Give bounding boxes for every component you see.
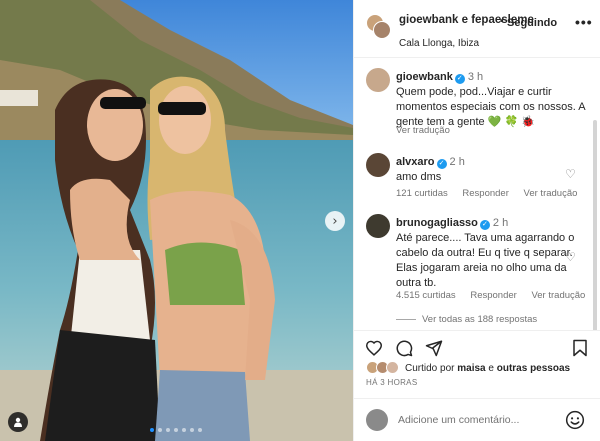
tagged-users-button[interactable] bbox=[8, 412, 28, 432]
comment-time: 2 h bbox=[492, 217, 509, 229]
see-translation-link[interactable]: Ver tradução bbox=[531, 290, 585, 301]
liked-by-row: Curtido por maisa e outras pessoas bbox=[354, 360, 600, 378]
post-side-panel: gioewbank e fepaesleme • Seguindo Cala L… bbox=[353, 0, 600, 441]
comment-likes[interactable]: 4.515 curtidas bbox=[396, 290, 456, 301]
post-header: gioewbank e fepaesleme • Seguindo Cala L… bbox=[354, 0, 600, 58]
verified-badge-icon: ✓ bbox=[436, 159, 447, 169]
comments-scrollbar[interactable] bbox=[593, 120, 597, 330]
liked-by-prefix: Curtido por bbox=[405, 363, 455, 374]
verified-badge-icon: ✓ bbox=[454, 74, 465, 84]
carousel-dot bbox=[158, 428, 162, 432]
view-replies-link[interactable]: Ver todas as 188 respostas bbox=[396, 314, 537, 325]
carousel-dot bbox=[174, 428, 178, 432]
comment-meta: Ver tradução bbox=[396, 125, 462, 136]
avatar[interactable] bbox=[366, 68, 390, 92]
emoji-icon bbox=[565, 410, 585, 430]
verified-badge-icon: ✓ bbox=[479, 220, 490, 230]
comment-username[interactable]: alvxaro bbox=[396, 156, 435, 168]
avatar[interactable] bbox=[386, 361, 399, 374]
avatar[interactable] bbox=[366, 214, 390, 238]
comment-likes[interactable]: 121 curtidas bbox=[396, 188, 448, 199]
send-icon bbox=[425, 340, 443, 357]
bookmark-icon bbox=[573, 339, 587, 357]
avatar[interactable] bbox=[373, 21, 391, 39]
chevron-right-icon: › bbox=[332, 213, 338, 229]
liked-by-others[interactable]: outras pessoas bbox=[497, 363, 570, 374]
post-location[interactable]: Cala Llonga, Ibiza bbox=[399, 38, 479, 49]
liked-by-conjunction: e bbox=[488, 363, 494, 374]
reply-link[interactable]: Responder bbox=[462, 188, 508, 199]
comment-button[interactable] bbox=[394, 338, 414, 358]
liked-by-user[interactable]: maisa bbox=[457, 363, 485, 374]
more-options-icon[interactable]: ••• bbox=[575, 14, 593, 30]
carousel-dot bbox=[190, 428, 194, 432]
share-button[interactable] bbox=[424, 338, 444, 358]
beach-photo-image bbox=[0, 0, 353, 441]
add-comment-input[interactable] bbox=[398, 411, 558, 429]
comments-list: gioewbank ✓ 3 h Quem pode, pod...Viajar e … bbox=[354, 58, 600, 330]
post-time-ago[interactable]: HÁ 3 HORAS bbox=[366, 378, 417, 387]
comment-text: amo dms bbox=[396, 171, 442, 183]
following-button[interactable]: Seguindo bbox=[507, 17, 557, 29]
comment-time: 3 h bbox=[467, 71, 484, 83]
post-actions bbox=[354, 330, 600, 362]
comment-username[interactable]: gioewbank bbox=[396, 71, 453, 83]
carousel-dot bbox=[166, 428, 170, 432]
liked-by-text: Curtido por maisa e outras pessoas bbox=[405, 363, 570, 374]
comment-text: Até parece.... Tava uma agarrando o cabe… bbox=[396, 232, 575, 289]
reply-link[interactable]: Responder bbox=[470, 290, 516, 301]
user-icon bbox=[14, 417, 22, 427]
see-translation-link[interactable]: Ver tradução bbox=[396, 125, 450, 136]
carousel-next-button[interactable]: › bbox=[325, 211, 345, 231]
carousel-indicator bbox=[150, 428, 202, 432]
carousel-dot bbox=[150, 428, 154, 432]
add-comment-bar bbox=[354, 398, 600, 441]
post-photo[interactable]: › bbox=[0, 0, 353, 441]
avatar bbox=[366, 409, 388, 431]
comment-text: Quem pode, pod...Viajar e curtir momento… bbox=[396, 86, 585, 128]
heart-icon bbox=[365, 340, 383, 356]
carousel-dot bbox=[198, 428, 202, 432]
like-comment-heart-icon[interactable]: ♡ bbox=[565, 167, 576, 181]
save-button[interactable] bbox=[570, 338, 590, 358]
comment-username[interactable]: brunogagliasso bbox=[396, 217, 478, 229]
comment-meta: 121 curtidas Responder Ver tradução bbox=[396, 188, 589, 199]
comment-time: 2 h bbox=[449, 156, 465, 168]
carousel-dot bbox=[182, 428, 186, 432]
avatar[interactable] bbox=[366, 153, 390, 177]
emoji-button[interactable] bbox=[565, 410, 585, 430]
comment-meta: 4.515 curtidas Responder Ver tradução bbox=[396, 290, 597, 301]
see-translation-link[interactable]: Ver tradução bbox=[524, 188, 578, 199]
like-comment-heart-icon[interactable]: ♡ bbox=[565, 250, 576, 264]
like-button[interactable] bbox=[364, 338, 384, 358]
comment-bubble-icon bbox=[396, 340, 413, 357]
separator-dot: • bbox=[500, 16, 504, 27]
